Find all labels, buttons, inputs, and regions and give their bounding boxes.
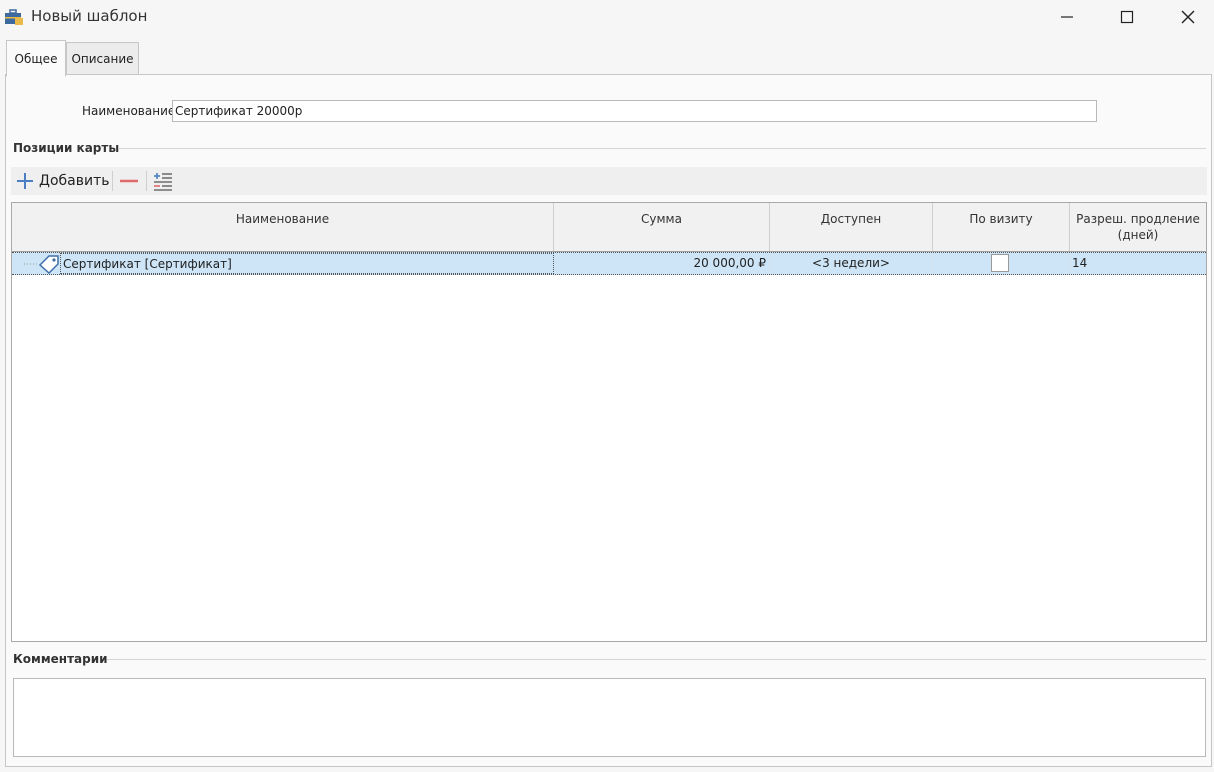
- row-name-cell[interactable]: Сертификат [Сертификат]: [60, 253, 554, 274]
- positions-grid[interactable]: Наименование Сумма Доступен По визиту Ра…: [11, 202, 1207, 642]
- add-button[interactable]: Добавить: [15, 167, 109, 195]
- name-label: Наименование:: [82, 104, 180, 118]
- maximize-icon: [1120, 10, 1134, 24]
- column-header-available[interactable]: Доступен: [770, 203, 933, 251]
- title-bar: Новый шаблон: [0, 0, 1214, 34]
- close-button[interactable]: [1158, 0, 1214, 34]
- row-by-visit-cell: [933, 253, 1070, 274]
- minimize-button[interactable]: [1037, 0, 1097, 34]
- comments-section-divider: [107, 659, 1206, 660]
- tab-general[interactable]: Общее: [6, 40, 66, 77]
- minus-icon: [120, 179, 138, 183]
- column-header-name[interactable]: Наименование: [12, 203, 554, 251]
- briefcase-icon: [4, 8, 24, 26]
- row-available-cell[interactable]: <3 недели>: [770, 253, 933, 274]
- tab-description[interactable]: Описание: [66, 42, 139, 76]
- remove-button[interactable]: [118, 167, 140, 195]
- toolbar-separator: [146, 171, 147, 191]
- column-header-extension[interactable]: Разреш. продление (дней): [1070, 203, 1206, 251]
- by-visit-checkbox[interactable]: [991, 254, 1009, 272]
- positions-section-divider: [119, 148, 1206, 149]
- tag-icon: [38, 254, 60, 275]
- column-header-by-visit[interactable]: По визиту: [933, 203, 1070, 251]
- maximize-button[interactable]: [1097, 0, 1157, 34]
- positions-section-title: Позиции карты: [13, 141, 120, 155]
- row-sum-cell[interactable]: 20 000,00 ₽: [554, 253, 770, 274]
- grid-header: Наименование Сумма Доступен По визиту Ра…: [12, 203, 1206, 252]
- minimize-icon: [1061, 16, 1073, 18]
- add-button-label: Добавить: [39, 173, 110, 189]
- table-row[interactable]: Сертификат [Сертификат] 20 000,00 ₽ <3 н…: [12, 252, 1206, 275]
- insert-list-icon: [154, 173, 172, 191]
- positions-toolbar: Добавить: [11, 167, 1207, 195]
- comments-textarea[interactable]: [13, 678, 1206, 757]
- close-icon: [1181, 10, 1195, 24]
- toolbar-separator: [112, 171, 113, 191]
- column-header-sum[interactable]: Сумма: [554, 203, 770, 251]
- insert-row-button[interactable]: [152, 167, 174, 195]
- window-title: Новый шаблон: [31, 7, 148, 25]
- comments-section-title: Комментарии: [13, 652, 108, 666]
- name-input[interactable]: Сертификат 20000р: [172, 100, 1097, 122]
- row-extension-cell[interactable]: 14: [1070, 253, 1206, 274]
- plus-icon: [17, 173, 33, 189]
